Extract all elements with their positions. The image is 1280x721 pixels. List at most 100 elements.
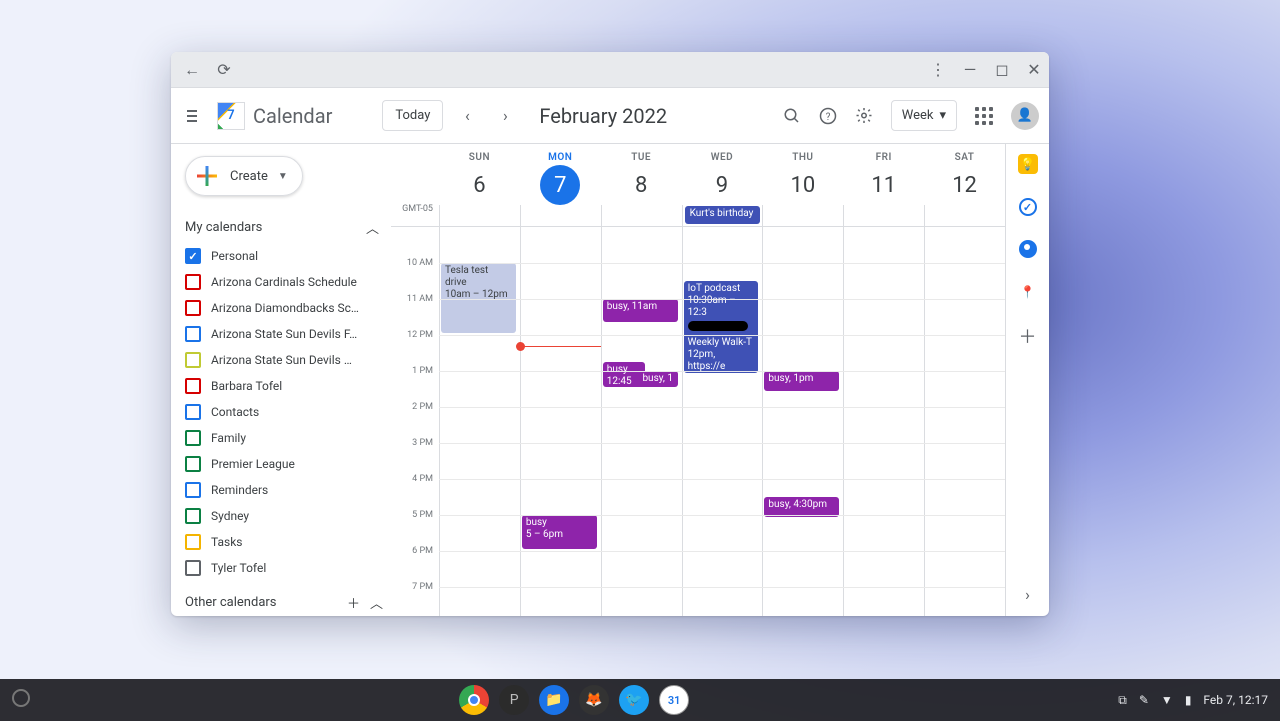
add-calendar-icon[interactable]: ＋ — [347, 593, 360, 612]
google-apps-icon[interactable] — [975, 107, 993, 125]
calendar-checkbox[interactable] — [185, 248, 201, 264]
allday-cell[interactable] — [601, 205, 682, 226]
allday-event[interactable]: Kurt's birthday — [685, 206, 761, 224]
calendar-checkbox[interactable] — [185, 326, 201, 342]
next-period-button[interactable]: › — [491, 102, 519, 130]
allday-cell[interactable] — [520, 205, 601, 226]
day-column[interactable]: IoT podcast10:30am – 12:3Weekly Walk-T12… — [682, 227, 763, 616]
calendar-list-item[interactable]: Arizona State Sun Devils F… — [185, 323, 383, 345]
calendar-list-item[interactable]: Arizona Cardinals Schedule — [185, 271, 383, 293]
calendar-name: Arizona Cardinals Schedule — [211, 275, 383, 289]
calendar-checkbox[interactable] — [185, 352, 201, 368]
allday-cell[interactable] — [924, 205, 1005, 226]
calendar-name: Premier League — [211, 457, 383, 471]
time-grid[interactable]: 10 AM11 AM12 PM1 PM2 PM3 PM4 PM5 PM6 PM7… — [391, 227, 1005, 616]
day-number-label: 6 — [459, 165, 499, 205]
allday-cell[interactable]: Kurt's birthday — [682, 205, 763, 226]
calendar-checkbox[interactable] — [185, 430, 201, 446]
calendar-list-item[interactable]: Personal — [185, 245, 383, 267]
browser-reload-icon[interactable]: ⟳ — [215, 61, 233, 79]
day-column[interactable]: busy5 – 6pm — [520, 227, 601, 616]
launcher-button[interactable] — [12, 689, 30, 711]
view-select[interactable]: Week▾ — [891, 100, 957, 131]
calendar-checkbox[interactable] — [185, 274, 201, 290]
app-p-icon[interactable]: P — [499, 685, 529, 715]
allday-cell[interactable] — [843, 205, 924, 226]
day-column[interactable]: busy, 11ambusy12:45busy, 1 — [601, 227, 682, 616]
app-icon[interactable]: 🦊 — [579, 685, 609, 715]
account-avatar[interactable]: 👤 — [1011, 102, 1039, 130]
day-header[interactable]: SUN6 — [439, 144, 520, 205]
add-addon-icon[interactable]: ＋ — [1018, 326, 1038, 346]
day-header[interactable]: MON7 — [520, 144, 601, 205]
browser-menu-icon[interactable]: ⋮ — [929, 61, 947, 79]
event-block[interactable]: busy, 4:30pm — [764, 497, 839, 517]
calendar-list-item[interactable]: Arizona Diamondbacks Sc… — [185, 297, 383, 319]
my-calendars-header[interactable]: My calendars ︿ — [185, 218, 383, 237]
system-tray[interactable]: ⧉ ✎ ▼ ▮ Feb 7, 12:17 — [1118, 693, 1268, 708]
create-button[interactable]: Create ▼ — [185, 156, 303, 196]
event-block[interactable]: Weekly Walk-T12pm, https://e — [684, 335, 759, 373]
day-column[interactable] — [924, 227, 1005, 616]
day-column[interactable]: busy, 1pm busy, 4:30pm — [762, 227, 843, 616]
twitter-icon[interactable]: 🐦 — [619, 685, 649, 715]
event-block[interactable]: busy5 – 6pm — [522, 515, 597, 549]
calendar-checkbox[interactable] — [185, 404, 201, 420]
calendar-list: Personal Arizona Cardinals Schedule Arizon… — [185, 245, 383, 579]
window-maximize-icon[interactable]: ◻ — [993, 61, 1011, 79]
other-calendars-header[interactable]: Other calendars ＋ ︿ — [185, 593, 383, 612]
calendar-list-item[interactable]: Sydney — [185, 505, 383, 527]
calendar-list-item[interactable]: Family — [185, 427, 383, 449]
search-icon[interactable] — [783, 107, 801, 125]
files-icon[interactable]: 📁 — [539, 685, 569, 715]
allday-cell[interactable] — [762, 205, 843, 226]
day-header[interactable]: THU10 — [762, 144, 843, 205]
chevron-up-icon[interactable]: ︿ — [370, 593, 383, 612]
tote-icon[interactable]: ⧉ — [1118, 693, 1127, 708]
day-column[interactable] — [843, 227, 924, 616]
calendar-list-item[interactable]: Barbara Tofel — [185, 375, 383, 397]
calendar-list-item[interactable]: Tyler Tofel — [185, 557, 383, 579]
calendar-checkbox[interactable] — [185, 300, 201, 316]
calendar-app-icon[interactable]: 31 — [659, 685, 689, 715]
event-block[interactable]: busy, 1 — [638, 371, 677, 387]
day-header[interactable]: WED9 — [682, 144, 763, 205]
window-minimize-icon[interactable]: — — [961, 61, 979, 79]
settings-icon[interactable] — [855, 107, 873, 125]
calendar-checkbox[interactable] — [185, 508, 201, 524]
keep-icon[interactable]: 💡 — [1018, 154, 1038, 174]
stylus-icon[interactable]: ✎ — [1139, 693, 1149, 707]
calendar-list-item[interactable]: Tasks — [185, 531, 383, 553]
calendar-list-item[interactable]: Contacts — [185, 401, 383, 423]
hour-label: 1 PM — [412, 366, 433, 376]
allday-cell[interactable] — [439, 205, 520, 226]
app-logo[interactable]: 7 Calendar — [217, 102, 332, 130]
today-button[interactable]: Today — [382, 100, 443, 131]
day-column[interactable]: Tesla test drive10am – 12pm — [439, 227, 520, 616]
window-close-icon[interactable]: ✕ — [1025, 61, 1043, 79]
event-block[interactable]: Tesla test drive10am – 12pm — [441, 263, 516, 333]
calendar-list-item[interactable]: Arizona State Sun Devils … — [185, 349, 383, 371]
prev-period-button[interactable]: ‹ — [453, 102, 481, 130]
event-block[interactable]: busy, 1pm — [764, 371, 839, 391]
collapse-panel-icon[interactable]: › — [1025, 585, 1030, 604]
days-header: SUN6MON7TUE8WED9THU10FRI11SAT12 — [439, 144, 1005, 205]
tasks-icon[interactable] — [1019, 198, 1037, 216]
browser-back-icon[interactable]: ← — [183, 61, 201, 79]
day-header[interactable]: TUE8 — [601, 144, 682, 205]
event-block[interactable]: busy, 11am — [603, 299, 678, 322]
calendar-checkbox[interactable] — [185, 482, 201, 498]
day-header[interactable]: FRI11 — [843, 144, 924, 205]
calendar-checkbox[interactable] — [185, 560, 201, 576]
calendar-checkbox[interactable] — [185, 378, 201, 394]
contacts-icon[interactable] — [1019, 240, 1037, 258]
maps-icon[interactable]: 📍 — [1018, 282, 1038, 302]
chrome-icon[interactable] — [459, 685, 489, 715]
calendar-list-item[interactable]: Reminders — [185, 479, 383, 501]
calendar-list-item[interactable]: Premier League — [185, 453, 383, 475]
calendar-checkbox[interactable] — [185, 534, 201, 550]
help-icon[interactable]: ? — [819, 107, 837, 125]
calendar-checkbox[interactable] — [185, 456, 201, 472]
main-menu-button[interactable] — [181, 104, 203, 128]
day-header[interactable]: SAT12 — [924, 144, 1005, 205]
